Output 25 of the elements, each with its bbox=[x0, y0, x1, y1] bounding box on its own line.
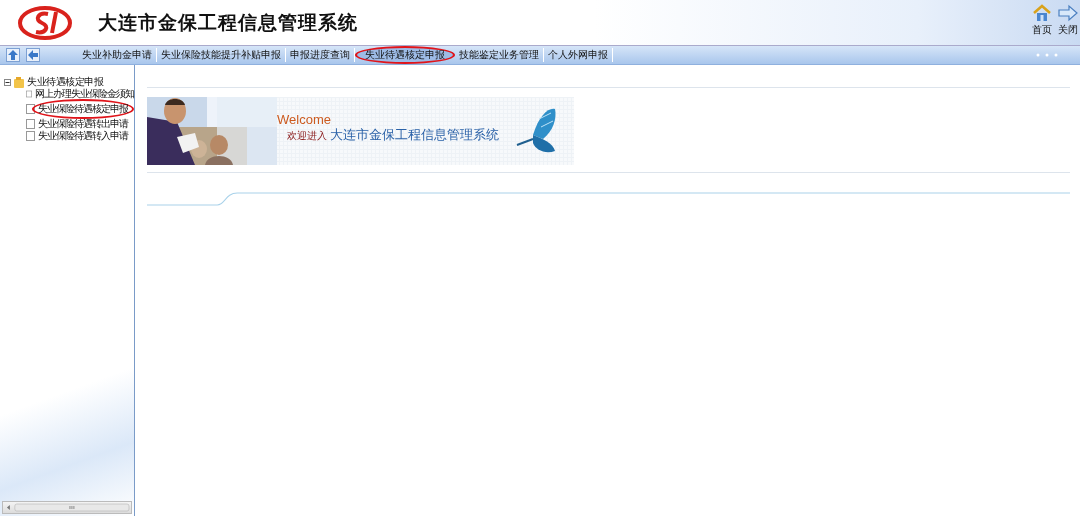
menu-item[interactable]: 失业保险技能提升补贴申报 bbox=[157, 48, 286, 62]
tree-item[interactable]: 失业待遇核定申报 bbox=[27, 75, 103, 89]
horizontal-scrollbar[interactable] bbox=[2, 501, 132, 514]
close-button[interactable]: 关闭 bbox=[1058, 3, 1078, 37]
collapse-icon[interactable] bbox=[4, 78, 11, 86]
system-name: 大连市金保工程信息管理系统 bbox=[330, 127, 499, 144]
menu-item[interactable]: 失业补助金申请 bbox=[78, 48, 157, 62]
arrow-up-icon[interactable] bbox=[6, 48, 20, 62]
welcome-heading: Welcome bbox=[277, 112, 331, 127]
logo-icon bbox=[18, 5, 72, 40]
menu-item[interactable]: 失业待遇核定申报 bbox=[355, 46, 455, 64]
welcome-prefix: 欢迎进入 bbox=[287, 129, 327, 143]
menu-item[interactable]: 个人外网申报 bbox=[544, 48, 613, 62]
arrow-left-icon[interactable] bbox=[26, 48, 40, 62]
tree-item[interactable]: 网上办理失业保险金须知 bbox=[35, 87, 134, 101]
menu-item[interactable]: 技能鉴定业务管理 bbox=[455, 48, 544, 62]
menu-item[interactable]: 申报进度查询 bbox=[286, 48, 355, 62]
home-button[interactable]: 首页 bbox=[1032, 3, 1052, 37]
tree-item[interactable]: 失业保险待遇核定申报 bbox=[32, 99, 134, 119]
tree-item[interactable]: 失业保险待遇转入申请 bbox=[38, 129, 128, 143]
app-title: 大连市金保工程信息管理系统 bbox=[98, 9, 358, 35]
tree-item[interactable]: 失业保险待遇转出申请 bbox=[38, 117, 128, 131]
folder-icon bbox=[13, 76, 25, 88]
home-icon bbox=[1032, 3, 1052, 23]
arrow-right-icon bbox=[1058, 3, 1078, 23]
